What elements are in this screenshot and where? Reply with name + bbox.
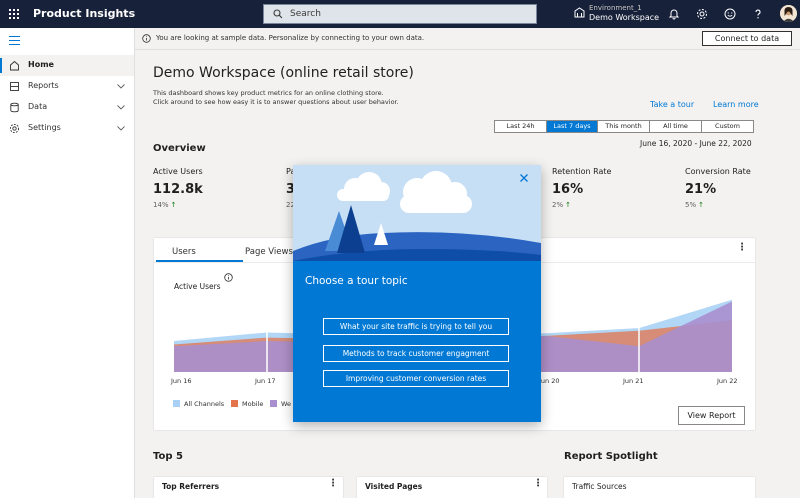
home-icon: [10, 60, 19, 71]
legend-label: All Channels: [184, 400, 225, 408]
sidebar: Home Reports Data Settings: [0, 28, 135, 498]
smiley-icon[interactable]: [724, 8, 736, 20]
connect-to-data-button[interactable]: Connect to data: [702, 31, 792, 46]
range-this-month[interactable]: This month: [598, 121, 650, 132]
banner-message: You are looking at sample data. Personal…: [156, 34, 425, 42]
visited-pages-card[interactable]: Visited Pages ⋮: [357, 477, 547, 498]
page-title: Demo Workspace (online retail store): [153, 65, 414, 81]
legend-item-all-channels[interactable]: All Channels: [173, 400, 224, 408]
kpi-active-users[interactable]: Active Users 112.8k 14% ↑: [153, 167, 263, 217]
tour-topic-site-traffic-button[interactable]: What your site traffic is trying to tell…: [323, 318, 509, 335]
kpi-delta: 14%: [153, 201, 169, 209]
x-tick-label: Jun 16: [171, 377, 192, 385]
data-icon: [10, 102, 19, 113]
learn-more-link[interactable]: Learn more: [713, 100, 759, 109]
description-line: This dashboard shows key product metrics…: [153, 89, 384, 97]
kpi-retention-rate[interactable]: Retention Rate 16% 2% ↑: [552, 167, 662, 217]
legend-swatch: [173, 400, 180, 407]
legend-item-web[interactable]: We: [270, 400, 291, 408]
x-tick-label: Jun 20: [539, 377, 560, 385]
workspace-name: Demo Workspace: [589, 13, 660, 22]
range-custom[interactable]: Custom: [702, 121, 753, 132]
sidebar-item-label: Data: [28, 102, 48, 111]
hamburger-menu-icon[interactable]: [9, 36, 20, 45]
kpi-value: 16%: [552, 182, 584, 197]
page-description: This dashboard shows key product metrics…: [153, 89, 453, 107]
kpi-label: Conversion Rate: [685, 167, 751, 176]
take-a-tour-link[interactable]: Take a tour: [650, 100, 694, 109]
range-last-7-days[interactable]: Last 7 days: [547, 121, 598, 132]
view-report-button[interactable]: View Report: [678, 406, 745, 425]
card-title: Traffic Sources: [572, 482, 627, 491]
kpi-label: Active Users: [153, 167, 203, 176]
range-last-24h[interactable]: Last 24h: [495, 121, 547, 132]
x-tick-label: Jun 22: [717, 377, 738, 385]
tour-hero-illustration: [293, 165, 541, 261]
legend-label: We: [281, 400, 292, 408]
environment-label: Environment_1: [589, 4, 642, 12]
search-box[interactable]: Search: [263, 4, 537, 24]
search-icon: [273, 9, 283, 19]
chevron-down-icon: [117, 84, 125, 89]
app-launcher-icon[interactable]: [9, 9, 20, 20]
sidebar-item-label: Reports: [28, 81, 59, 90]
x-tick-label: Jun 17: [255, 377, 276, 385]
avatar[interactable]: [780, 5, 797, 22]
legend-label: Mobile: [242, 400, 264, 408]
gear-icon: [9, 123, 20, 134]
date-range-text: June 16, 2020 - June 22, 2020: [640, 139, 752, 148]
sidebar-item-reports[interactable]: Reports: [0, 76, 134, 97]
x-tick-label: Jun 21: [623, 377, 644, 385]
description-line: Click around to see how easy it is to an…: [153, 98, 399, 106]
gear-icon[interactable]: [696, 8, 708, 20]
arrow-up-icon: ↑: [565, 201, 571, 209]
kpi-delta: 5%: [685, 201, 697, 209]
bell-icon[interactable]: [668, 8, 680, 20]
reports-icon: [10, 82, 19, 91]
report-spotlight-heading: Report Spotlight: [564, 451, 658, 462]
kpi-value: 112.8k: [153, 182, 203, 197]
traffic-sources-card[interactable]: Traffic Sources: [564, 477, 755, 498]
arrow-up-icon: ↑: [170, 201, 177, 209]
chevron-down-icon: [117, 126, 125, 131]
date-range-selector: Last 24h Last 7 days This month All time…: [494, 120, 754, 133]
info-icon: [142, 34, 151, 43]
close-icon[interactable]: [518, 172, 530, 184]
card-title: Visited Pages: [365, 482, 423, 491]
sidebar-item-settings[interactable]: Settings: [0, 118, 134, 139]
kpi-value: 21%: [685, 182, 717, 197]
legend-swatch: [231, 400, 238, 407]
legend-swatch: [270, 400, 277, 407]
chevron-down-icon: [117, 105, 125, 110]
sample-data-banner: You are looking at sample data. Personal…: [135, 28, 800, 50]
sidebar-item-label: Home: [28, 60, 54, 69]
more-options-icon[interactable]: ⋮: [328, 478, 338, 489]
tour-topic-conversion-rates-button[interactable]: Improving customer conversion rates: [323, 370, 509, 387]
tour-topic-customer-engagement-button[interactable]: Methods to track customer engagment: [323, 345, 509, 362]
kpi-delta: 2%: [552, 201, 564, 209]
top-bar: Product Insights Search Environment_1 De…: [0, 0, 800, 28]
tour-topic-dialog: Choose a tour topic What your site traff…: [293, 165, 541, 422]
help-icon[interactable]: [752, 8, 764, 20]
app-title[interactable]: Product Insights: [33, 7, 135, 20]
sidebar-item-data[interactable]: Data: [0, 97, 134, 118]
kpi-label: Retention Rate: [552, 167, 612, 176]
overview-heading: Overview: [153, 143, 206, 154]
more-options-icon[interactable]: ⋮: [533, 478, 543, 489]
building-icon: [574, 7, 585, 18]
kpi-conversion-rate[interactable]: Conversion Rate 21% 5% ↑: [685, 167, 795, 217]
top-referrers-card[interactable]: Top Referrers ⋮: [154, 477, 343, 498]
card-title: Top Referrers: [162, 482, 220, 491]
range-all-time[interactable]: All time: [650, 121, 702, 132]
sidebar-item-label: Settings: [28, 123, 61, 132]
top5-heading: Top 5: [153, 451, 183, 462]
search-placeholder: Search: [290, 9, 321, 19]
dialog-title: Choose a tour topic: [305, 275, 408, 287]
arrow-up-icon: ↑: [698, 201, 704, 209]
environment-switcher[interactable]: Environment_1 Demo Workspace: [574, 4, 662, 24]
legend-item-mobile[interactable]: Mobile: [231, 400, 263, 408]
sidebar-item-home[interactable]: Home: [0, 55, 134, 76]
